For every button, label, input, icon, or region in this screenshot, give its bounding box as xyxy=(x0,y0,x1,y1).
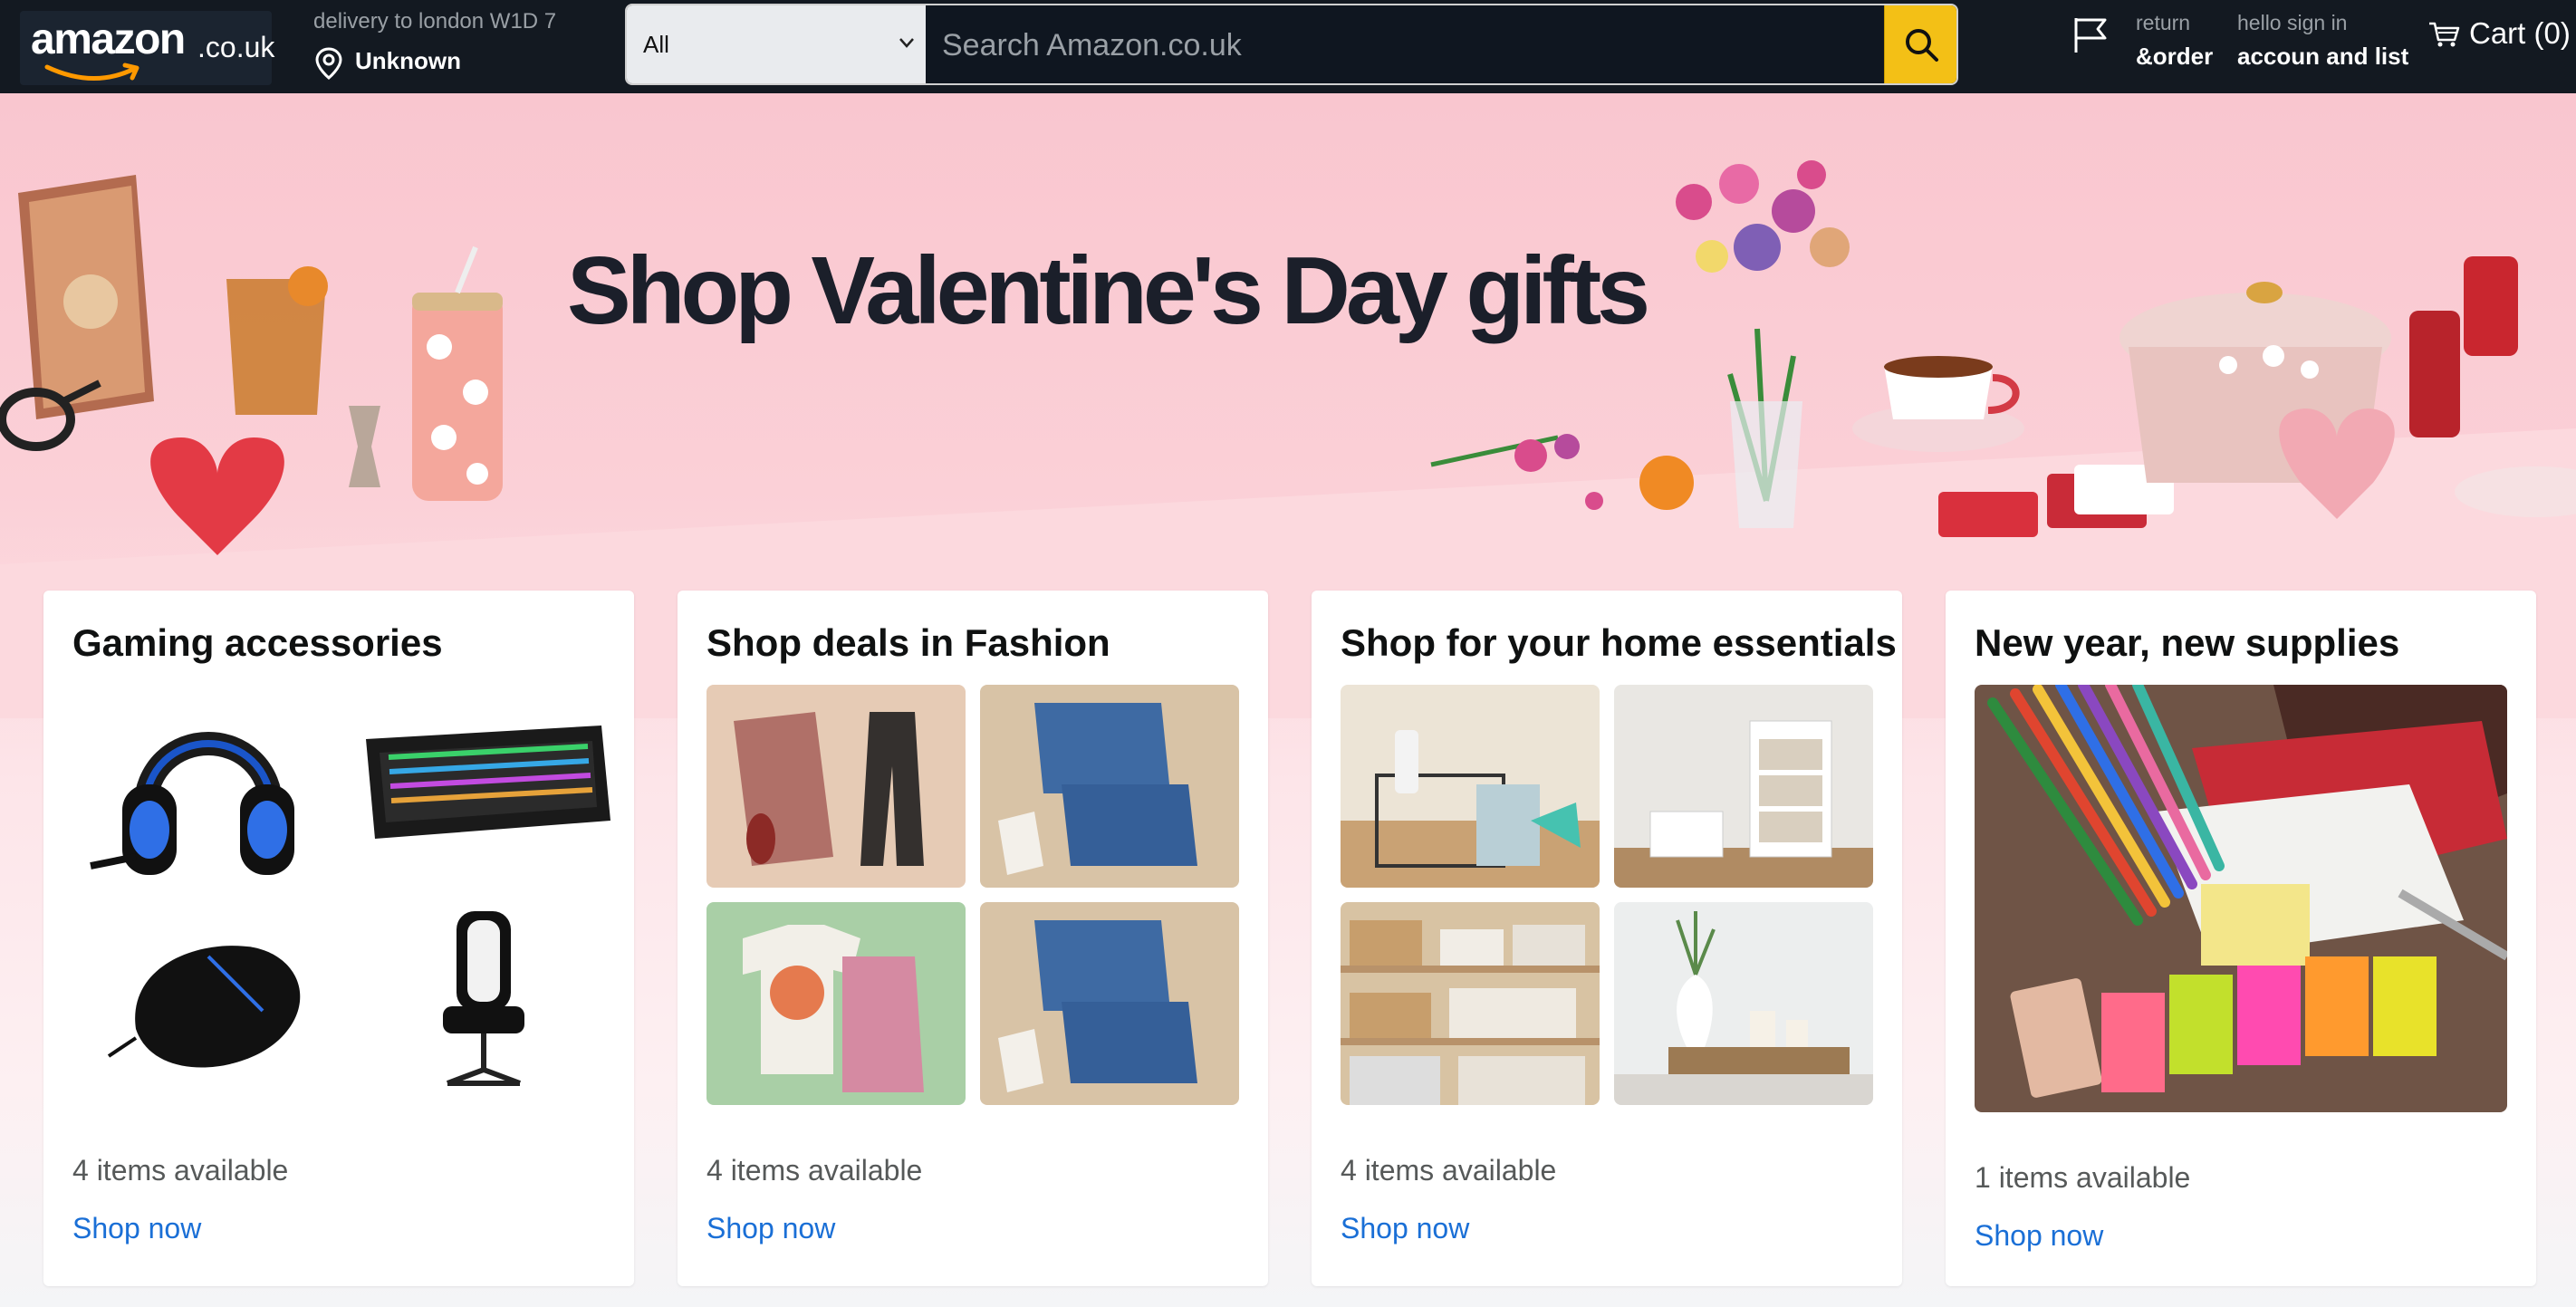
delivery-location-value: Unknown xyxy=(355,47,461,74)
account-and-lists[interactable]: hello sign in accoun and list xyxy=(2237,11,2408,71)
search-bar: All xyxy=(625,4,1958,85)
card-title: Gaming accessories xyxy=(72,621,443,664)
search-category-select[interactable]: All xyxy=(627,5,926,83)
account-label: accoun and list xyxy=(2237,43,2409,70)
product-card-supplies: New year, new supplies 1 items available… xyxy=(1946,591,2536,1286)
hero-title: Shop Valentine's Day gifts xyxy=(567,237,1650,344)
top-navigation-bar: amazon .co.uk delivery to london W1D 7 U… xyxy=(0,0,2576,93)
jeans-image[interactable] xyxy=(980,902,1239,1105)
item-count: 4 items available xyxy=(72,1154,289,1187)
sign-in-label: hello sign in xyxy=(2237,11,2348,34)
product-card-fashion: Shop deals in Fashion 4 items available … xyxy=(678,591,1268,1286)
returns-and-orders[interactable]: return &order xyxy=(2136,11,2213,71)
shop-now-link[interactable]: Shop now xyxy=(1975,1219,2103,1253)
chevron-down-icon xyxy=(899,38,914,48)
search-input[interactable] xyxy=(926,5,1850,83)
stationery-supplies-image[interactable] xyxy=(1975,685,2507,1112)
item-count: 4 items available xyxy=(1341,1154,1557,1187)
outfit-image[interactable] xyxy=(706,685,966,888)
search-button[interactable] xyxy=(1884,5,1956,83)
card-title: Shop deals in Fashion xyxy=(706,621,1110,664)
gaming-chair-image[interactable] xyxy=(348,902,620,1105)
amazon-logo[interactable]: amazon .co.uk xyxy=(20,11,275,85)
keyboard-image[interactable] xyxy=(348,685,620,888)
jeans-image[interactable] xyxy=(980,685,1239,888)
search-category-value: All xyxy=(643,31,669,58)
headset-image[interactable] xyxy=(72,685,344,888)
delivery-label: delivery to london W1D 7 xyxy=(313,9,557,34)
tshirt-image[interactable] xyxy=(706,902,966,1105)
logo-smile-icon xyxy=(44,62,139,81)
shop-now-link[interactable]: Shop now xyxy=(1341,1212,1469,1245)
home-decor-image[interactable] xyxy=(1614,902,1873,1105)
logo-wordmark: amazon xyxy=(31,15,186,63)
returns-label: return xyxy=(2136,11,2191,34)
item-count: 4 items available xyxy=(706,1154,923,1187)
flag-icon[interactable] xyxy=(2071,14,2110,54)
product-card-home: Shop for your home essentials 4 items av… xyxy=(1312,591,1902,1286)
delivery-location[interactable]: delivery to london W1D 7 Unknown xyxy=(313,7,603,82)
location-pin-icon xyxy=(315,47,342,80)
product-card-gaming: Gaming accessories 4 items available Sho… xyxy=(43,591,634,1286)
cart-icon xyxy=(2429,22,2460,47)
cart-label: Cart (0) xyxy=(2469,16,2571,50)
shop-now-link[interactable]: Shop now xyxy=(72,1212,201,1245)
orders-label: &order xyxy=(2136,43,2214,70)
item-count: 1 items available xyxy=(1975,1161,2191,1194)
card-title: Shop for your home essentials xyxy=(1341,621,1897,664)
card-title: New year, new supplies xyxy=(1975,621,2400,664)
cleaning-basket-image[interactable] xyxy=(1341,685,1600,888)
pantry-shelves-image[interactable] xyxy=(1341,902,1600,1105)
shop-now-link[interactable]: Shop now xyxy=(706,1212,835,1245)
search-icon xyxy=(1906,29,1938,62)
storage-drawers-image[interactable] xyxy=(1614,685,1873,888)
logo-domain: .co.uk xyxy=(197,31,275,63)
gaming-mouse-image[interactable] xyxy=(72,902,344,1105)
